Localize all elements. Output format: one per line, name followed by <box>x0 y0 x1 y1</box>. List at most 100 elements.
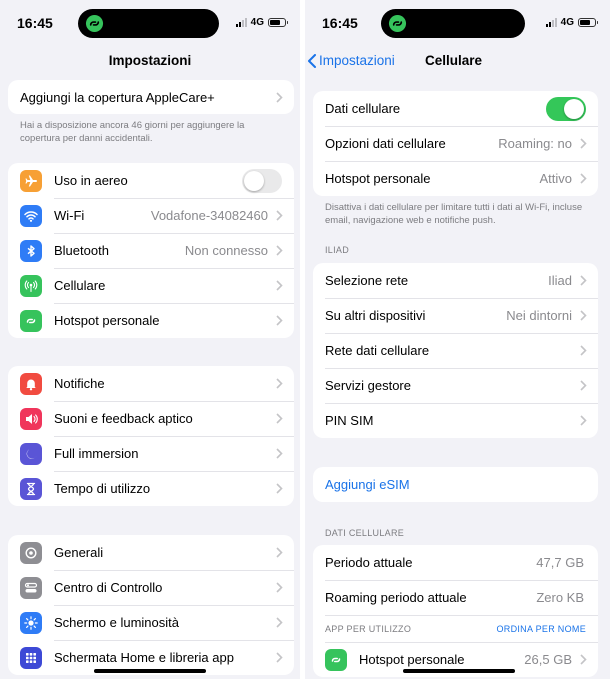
chevron-right-icon <box>276 483 283 494</box>
general-group: Generali Centro di Controllo Schermo e l… <box>8 535 294 675</box>
roaming-period-row: Roaming periodo attuale Zero KB <box>313 580 598 615</box>
chevron-right-icon <box>580 415 587 426</box>
page-title: Impostazioni <box>108 53 192 68</box>
battery-icon <box>578 18 598 27</box>
personal-hotspot-label: Hotspot personale <box>325 171 431 186</box>
cellular-data-options-row[interactable]: Opzioni dati cellulare Roaming: no <box>313 126 598 161</box>
display-row[interactable]: Schermo e luminosità <box>8 605 294 640</box>
control-center-row[interactable]: Centro di Controllo <box>8 570 294 605</box>
app-usage-header-row: APP PER UTILIZZO ORDINA PER NOME <box>313 615 598 642</box>
chevron-right-icon <box>276 280 283 291</box>
iliad-group: Selezione rete Iliad Su altri dispositiv… <box>313 263 598 438</box>
hotspot-active-icon <box>388 14 407 33</box>
sim-pin-label: PIN SIM <box>325 413 374 428</box>
app-usage-label: Hotspot personale <box>359 652 465 667</box>
chevron-right-icon <box>580 345 587 356</box>
chevron-right-icon <box>276 210 283 221</box>
grid-icon <box>20 646 42 669</box>
screen-time-label: Tempo di utilizzo <box>54 481 151 496</box>
page-title: Cellulare <box>425 53 483 68</box>
other-devices-label: Su altri dispositivi <box>325 308 426 323</box>
notifications-row[interactable]: Notifiche <box>8 366 294 401</box>
airplane-mode-label: Uso in aereo <box>54 173 128 188</box>
bluetooth-row[interactable]: Bluetooth Non connesso <box>8 233 294 268</box>
hourglass-icon <box>20 477 42 500</box>
chevron-right-icon <box>276 617 283 628</box>
status-time: 16:45 <box>17 15 53 31</box>
cellular-row[interactable]: Cellulare <box>8 268 294 303</box>
chevron-right-icon <box>276 652 283 663</box>
focus-row[interactable]: Full immersion <box>8 436 294 471</box>
personal-hotspot-value: Attivo <box>539 171 572 186</box>
cellular-data-options-value: Roaming: no <box>498 136 572 151</box>
general-label: Generali <box>54 545 104 560</box>
carrier-services-label: Servizi gestore <box>325 378 411 393</box>
chevron-right-icon <box>580 654 587 665</box>
general-row[interactable]: Generali <box>8 535 294 570</box>
signal-icon <box>545 18 557 27</box>
signal-icon <box>235 18 247 27</box>
carrier-services-row[interactable]: Servizi gestore <box>313 368 598 403</box>
status-indicators: 4G <box>545 17 598 28</box>
notifications-group: Notifiche Suoni e feedback aptico Full i… <box>8 366 294 506</box>
hotspot-active-icon <box>85 14 104 33</box>
home-indicator[interactable] <box>94 669 206 673</box>
cellular-data-note: Disattiva i dati cellulare per limitare … <box>325 202 583 226</box>
cellular-data-options-label: Opzioni dati cellulare <box>325 136 446 151</box>
chevron-right-icon <box>276 378 283 389</box>
hotspot-icon <box>20 309 42 332</box>
sounds-row[interactable]: Suoni e feedback aptico <box>8 401 294 436</box>
esim-group: Aggiungi eSIM <box>313 467 598 502</box>
status-indicators: 4G <box>235 17 288 28</box>
cellular-data-header: DATI CELLULARE <box>325 528 405 538</box>
applecare-row[interactable]: Aggiungi la copertura AppleCare+ <box>8 80 294 114</box>
back-label: Impostazioni <box>319 53 395 68</box>
back-button[interactable]: Impostazioni <box>307 53 395 68</box>
screen-time-row[interactable]: Tempo di utilizzo <box>8 471 294 506</box>
applecare-group: Aggiungi la copertura AppleCare+ <box>8 80 294 114</box>
status-time: 16:45 <box>322 15 358 31</box>
cellular-data-toggle[interactable] <box>546 96 586 121</box>
gear-icon <box>20 541 42 564</box>
chevron-right-icon <box>276 413 283 424</box>
current-period-label: Periodo attuale <box>325 555 413 570</box>
airplane-icon <box>20 169 42 192</box>
hotspot-icon <box>325 648 347 671</box>
chevron-right-icon <box>580 310 587 321</box>
dynamic-island <box>78 9 219 38</box>
speaker-icon <box>20 407 42 430</box>
add-esim-button[interactable]: Aggiungi eSIM <box>313 467 598 502</box>
home-indicator[interactable] <box>403 669 515 673</box>
sun-icon <box>20 611 42 634</box>
cellular-data-network-label: Rete dati cellulare <box>325 343 430 358</box>
airplane-mode-toggle[interactable] <box>242 168 282 193</box>
applecare-label: Aggiungi la copertura AppleCare+ <box>20 89 215 105</box>
current-period-row: Periodo attuale 47,7 GB <box>313 545 598 580</box>
other-devices-row[interactable]: Su altri dispositivi Nei dintorni <box>313 298 598 333</box>
notifications-label: Notifiche <box>54 376 105 391</box>
personal-hotspot-row[interactable]: Hotspot personale Attivo <box>313 161 598 196</box>
sort-by-name-button[interactable]: ORDINA PER NOME <box>496 624 586 634</box>
dynamic-island <box>381 9 525 38</box>
app-usage-value: 26,5 GB <box>524 652 572 667</box>
cellular-data-group: Dati cellulare Opzioni dati cellulare Ro… <box>313 91 598 196</box>
network-type: 4G <box>250 17 264 28</box>
wifi-row[interactable]: Wi-Fi Vodafone-34082460 <box>8 198 294 233</box>
data-usage-group: Periodo attuale 47,7 GB Roaming periodo … <box>313 545 598 677</box>
hotspot-row[interactable]: Hotspot personale <box>8 303 294 338</box>
bell-icon <box>20 372 42 395</box>
cellular-label: Cellulare <box>54 278 106 293</box>
moon-icon <box>20 442 42 465</box>
bluetooth-value: Non connesso <box>184 243 268 258</box>
switches-icon <box>20 576 42 599</box>
chevron-right-icon <box>580 380 587 391</box>
bluetooth-label: Bluetooth <box>54 243 109 258</box>
sim-pin-row[interactable]: PIN SIM <box>313 403 598 438</box>
chevron-right-icon <box>276 92 283 103</box>
wifi-value: Vodafone-34082460 <box>150 208 268 223</box>
cellular-data-network-row[interactable]: Rete dati cellulare <box>313 333 598 368</box>
network-selection-row[interactable]: Selezione rete Iliad <box>313 263 598 298</box>
settings-screen: 16:45 4G Impostazioni Aggiungi la copert… <box>0 0 300 679</box>
cellular-data-label: Dati cellulare <box>325 101 401 116</box>
chevron-right-icon <box>580 173 587 184</box>
